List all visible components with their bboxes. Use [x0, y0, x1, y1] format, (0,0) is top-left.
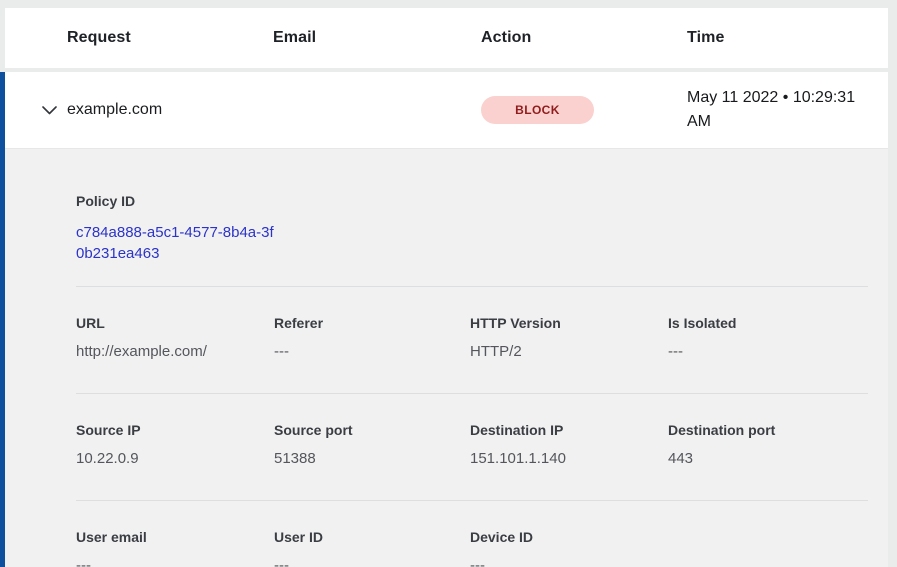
row-details-panel: Policy ID c784a888-a5c1-4577-8b4a-3f0b23…	[5, 148, 888, 567]
detail-field-user-id: User ID ---	[274, 529, 470, 567]
field-label: User ID	[274, 529, 470, 545]
detail-field-url: URL http://example.com/	[76, 315, 274, 361]
field-value: ---	[668, 343, 868, 361]
field-value: 10.22.0.9	[76, 450, 274, 468]
chevron-down-icon	[42, 106, 57, 115]
request-cell: example.com	[67, 101, 273, 119]
field-label: Referer	[274, 315, 470, 331]
table-row[interactable]: example.com BLOCK May 11 2022 • 10:29:31…	[5, 72, 888, 148]
detail-field-source-port: Source port 51388	[274, 422, 470, 468]
field-label: URL	[76, 315, 274, 331]
table-header: Request Email Action Time	[5, 8, 888, 68]
detail-field-is-isolated: Is Isolated ---	[668, 315, 868, 361]
detail-field-referer: Referer ---	[274, 315, 470, 361]
detail-field-http-version: HTTP Version HTTP/2	[470, 315, 668, 361]
field-label: Destination IP	[470, 422, 668, 438]
field-label: Destination port	[668, 422, 868, 438]
field-value: 443	[668, 450, 868, 468]
field-value: 151.101.1.140	[470, 450, 668, 468]
field-value: ---	[274, 343, 470, 361]
policy-id-link[interactable]: c784a888-a5c1-4577-8b4a-3f0b231ea463	[76, 222, 276, 264]
policy-id-label: Policy ID	[76, 193, 868, 209]
requests-table: Request Email Action Time example.com BL…	[0, 8, 888, 567]
policy-id-block: Policy ID c784a888-a5c1-4577-8b4a-3f0b23…	[76, 149, 868, 286]
field-label: Source IP	[76, 422, 274, 438]
expanded-row-group: example.com BLOCK May 11 2022 • 10:29:31…	[0, 72, 888, 567]
detail-field-device-id: Device ID ---	[470, 529, 668, 567]
expand-toggle[interactable]	[5, 106, 67, 115]
detail-field-user-email: User email ---	[76, 529, 274, 567]
detail-row-network: Source IP 10.22.0.9 Source port 51388 De…	[76, 393, 868, 500]
column-header-email: Email	[273, 29, 481, 47]
field-label: HTTP Version	[470, 315, 668, 331]
field-value: ---	[470, 557, 668, 567]
field-value: ---	[274, 557, 470, 567]
activity-log-page: Request Email Action Time example.com BL…	[0, 0, 897, 567]
detail-row-user: User email --- User ID --- Device ID ---	[76, 500, 868, 567]
field-label: User email	[76, 529, 274, 545]
field-value: ---	[76, 557, 274, 567]
field-label: Device ID	[470, 529, 668, 545]
field-value: http://example.com/	[76, 343, 274, 361]
detail-field-destination-port: Destination port 443	[668, 422, 868, 468]
action-badge: BLOCK	[481, 96, 594, 124]
field-value: HTTP/2	[470, 343, 668, 361]
detail-row-url: URL http://example.com/ Referer --- HTTP…	[76, 286, 868, 393]
column-header-time: Time	[687, 29, 888, 47]
field-label: Is Isolated	[668, 315, 868, 331]
column-header-request: Request	[67, 29, 273, 47]
action-cell: BLOCK	[481, 96, 687, 124]
field-label: Source port	[274, 422, 470, 438]
column-header-action: Action	[481, 29, 687, 47]
detail-field-destination-ip: Destination IP 151.101.1.140	[470, 422, 668, 468]
detail-field-source-ip: Source IP 10.22.0.9	[76, 422, 274, 468]
time-cell: May 11 2022 • 10:29:31 AM	[687, 86, 879, 134]
field-value: 51388	[274, 450, 470, 468]
